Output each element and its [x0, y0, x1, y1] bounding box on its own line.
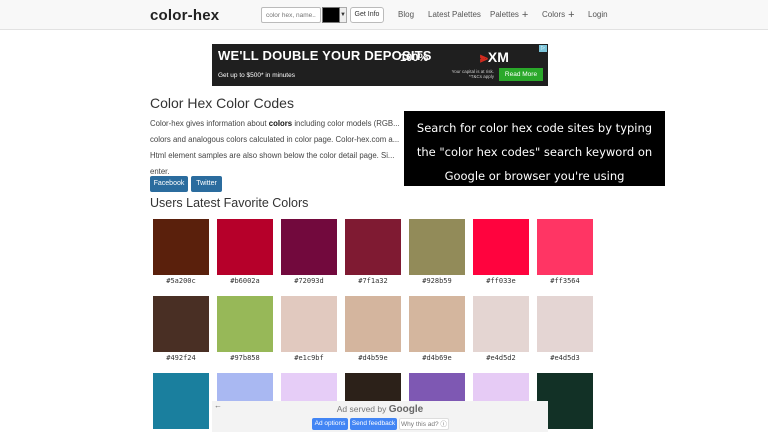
color-swatch-label[interactable]: #ff033e [469, 277, 533, 285]
nav-login[interactable]: Login [588, 10, 608, 19]
page: color-hex ▼ Get Info Blog Latest Palette… [0, 0, 768, 432]
google-logo: Google [388, 404, 424, 415]
plus-icon: + [521, 9, 529, 21]
caption-line: Search for color hex code sites by typin… [416, 121, 653, 135]
color-picker-swatch[interactable] [322, 7, 340, 23]
top-ad-banner[interactable]: WE'LL DOUBLE YOUR DEPOSITS Get up to $50… [212, 44, 548, 86]
ad-brand-text: XM [487, 49, 509, 65]
nav-palettes-label: Palettes [490, 10, 519, 19]
colors-link[interactable]: colors [269, 119, 292, 128]
ad-choices-icon[interactable]: ▷ [539, 45, 547, 52]
ad-brand-logo: ⫸XM [480, 49, 509, 66]
color-swatch[interactable] [537, 296, 593, 352]
color-swatch-label[interactable]: #72093d [277, 277, 341, 285]
color-swatch[interactable] [217, 296, 273, 352]
color-swatch-label[interactable]: #ff3564 [533, 277, 597, 285]
caption-line: the "color hex codes" search keyword on [416, 145, 653, 159]
facebook-button[interactable]: Facebook [150, 176, 188, 192]
color-swatch[interactable] [153, 373, 209, 429]
chevron-down-icon[interactable]: ▼ [340, 7, 347, 23]
nav-colors-label: Colors [542, 10, 566, 19]
nav-latest-palettes[interactable]: Latest Palettes [428, 10, 481, 19]
brand-mark-icon: ⫸ [480, 49, 488, 65]
get-info-button[interactable]: Get Info [350, 7, 384, 23]
color-swatch[interactable] [473, 296, 529, 352]
color-search-input[interactable] [261, 7, 321, 23]
nav-palettes[interactable]: Palettes + [490, 9, 529, 21]
nav-colors[interactable]: Colors + [542, 9, 575, 21]
color-swatch[interactable] [473, 219, 529, 275]
favorites-heading: Users Latest Favorite Colors [150, 196, 309, 210]
color-swatch[interactable] [217, 219, 273, 275]
nav-blog[interactable]: Blog [398, 10, 414, 19]
caption-line: Google or browser you're using [444, 169, 625, 183]
color-swatch[interactable] [153, 296, 209, 352]
color-swatch-label[interactable]: #e1c9bf [277, 354, 341, 362]
bottom-ad-bar: ← Ad served by Google Ad options Send fe… [212, 401, 548, 432]
color-swatch[interactable] [409, 296, 465, 352]
color-swatch-label[interactable]: #928b59 [405, 277, 469, 285]
color-swatch[interactable] [345, 296, 401, 352]
why-this-ad-button[interactable]: Why this ad? ⓘ [399, 418, 449, 430]
color-swatch[interactable] [281, 296, 337, 352]
intro-text-before: Color-hex gives information about [150, 119, 269, 128]
send-feedback-button[interactable]: Send feedback [350, 418, 397, 430]
page-title: Color Hex Color Codes [150, 95, 294, 111]
ad-served-by: Ad served by Google [212, 404, 548, 415]
navbar: color-hex ▼ Get Info Blog Latest Palette… [0, 0, 768, 30]
color-swatch-label[interactable]: #492f24 [149, 354, 213, 362]
color-swatch-label[interactable]: #d4b59e [341, 354, 405, 362]
ad-risk-warning: Your capital is at risk. *T&Cs apply [451, 69, 494, 79]
color-swatch-label[interactable]: #7f1a32 [341, 277, 405, 285]
ad-options-button[interactable]: Ad options [312, 418, 348, 430]
plus-icon: + [568, 9, 575, 21]
ad-read-more-button[interactable]: Read More [499, 68, 543, 81]
color-swatch-label[interactable]: #97b858 [213, 354, 277, 362]
color-swatch-label[interactable]: #e4d5d3 [533, 354, 597, 362]
instruction-caption: Search for color hex code sites by typin… [404, 111, 665, 186]
color-swatch-label[interactable]: #5a200c [149, 277, 213, 285]
color-swatch[interactable] [153, 219, 209, 275]
color-swatch[interactable] [281, 219, 337, 275]
color-swatch[interactable] [537, 219, 593, 275]
twitter-button[interactable]: Twitter [191, 176, 222, 192]
color-swatch[interactable] [409, 219, 465, 275]
color-swatch-label[interactable]: #b6002a [213, 277, 277, 285]
ad-served-label: Ad served by [336, 404, 387, 414]
color-swatch-label[interactable]: #d4b69e [405, 354, 469, 362]
ad-percent: 100% [400, 52, 429, 64]
intro-text: Color-hex gives information about colors… [150, 116, 415, 180]
ad-subline: Get up to $500* in minutes [218, 72, 295, 79]
color-swatch-label[interactable]: #e4d5d2 [469, 354, 533, 362]
site-logo[interactable]: color-hex [150, 7, 219, 24]
color-swatch[interactable] [345, 219, 401, 275]
